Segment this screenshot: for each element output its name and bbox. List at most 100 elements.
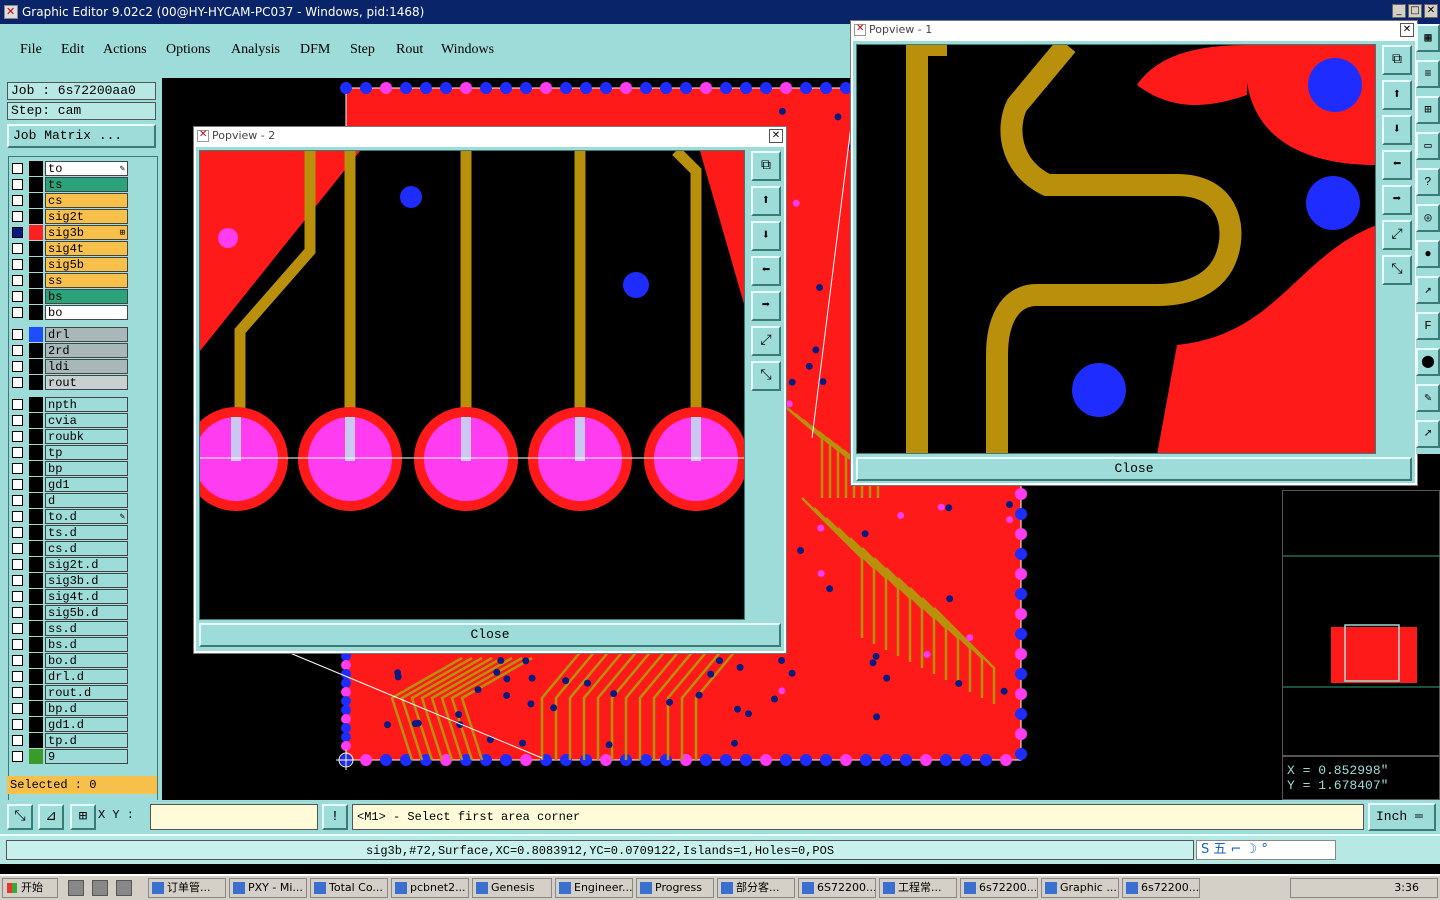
popview-1-close-button[interactable]: Close [856,457,1412,481]
xy-input[interactable] [150,804,318,830]
popview-2-viewport[interactable] [199,150,745,620]
layer-color-swatch[interactable] [29,359,43,374]
layer-checkbox[interactable] [12,719,23,730]
layer-color-swatch[interactable] [29,749,43,764]
taskbar-button[interactable]: pcbnet2... [391,878,469,898]
taskbar-button[interactable]: 部分客... [717,878,795,898]
layer-row[interactable]: 9 [12,749,128,764]
layer-checkbox[interactable] [12,195,23,206]
layer-checkbox[interactable] [12,543,23,554]
layer-checkbox[interactable] [12,361,23,372]
layer-row[interactable]: to.d ✎ [12,509,128,524]
layer-checkbox[interactable] [12,687,23,698]
layer-row[interactable]: drl [12,327,128,342]
tool-help-icon[interactable]: ? [1416,168,1440,196]
start-button[interactable]: 开始 [2,878,58,898]
taskbar-button[interactable]: 6s72200... [960,878,1038,898]
layer-color-swatch[interactable] [29,477,43,492]
layer-name[interactable]: gd1.d [45,717,128,732]
layer-color-swatch[interactable] [29,621,43,636]
menu-options[interactable]: Options [166,42,210,58]
layer-color-swatch[interactable] [29,177,43,192]
layer-row[interactable]: tp.d [12,733,128,748]
layer-row[interactable]: sig3b ⊞ [12,225,128,240]
layer-checkbox[interactable] [12,431,23,442]
layer-color-swatch[interactable] [29,685,43,700]
popview-tool-icon[interactable]: ⤢ [751,326,781,356]
layer-row[interactable]: bs.d [12,637,128,652]
layer-row[interactable]: sig4t.d [12,589,128,604]
popview-2-close-x-button[interactable]: ✕ [769,129,783,143]
layer-name[interactable]: bs.d [45,637,128,652]
layer-row[interactable]: ss [12,273,128,288]
layer-color-swatch[interactable] [29,209,43,224]
layer-checkbox[interactable] [12,591,23,602]
layer-checkbox[interactable] [12,671,23,682]
layer-row[interactable]: ts.d [12,525,128,540]
taskbar-button[interactable]: PXY - Mi... [229,878,307,898]
layer-name[interactable]: to ✎ [45,161,128,176]
layer-checkbox[interactable] [12,463,23,474]
tool-layers-icon[interactable]: ≡ [1416,60,1440,88]
layer-row[interactable]: bp.d [12,701,128,716]
layer-name[interactable]: bs [45,289,128,304]
layer-name[interactable]: bo [45,305,128,320]
popview-tool-icon[interactable]: ⧉ [751,151,781,181]
layer-checkbox[interactable] [12,575,23,586]
layer-row[interactable]: rout.d [12,685,128,700]
layer-color-swatch[interactable] [29,445,43,460]
taskbar-button[interactable]: Total Co... [310,878,388,898]
layer-row[interactable]: sig3b.d [12,573,128,588]
layer-row[interactable]: gd1 [12,477,128,492]
layer-checkbox[interactable] [12,447,23,458]
layer-color-swatch[interactable] [29,509,43,524]
tool-pointer-icon[interactable]: ➚ [1416,420,1440,448]
layer-name[interactable]: bp.d [45,701,128,716]
layer-checkbox[interactable] [12,495,23,506]
layer-color-swatch[interactable] [29,493,43,508]
layer-color-swatch[interactable] [29,193,43,208]
ime-toolbar[interactable]: S 五 ⌐ ☽ ° [1196,840,1336,860]
minimize-button[interactable]: _ [1392,4,1406,18]
layer-color-swatch[interactable] [29,541,43,556]
layer-color-swatch[interactable] [29,289,43,304]
popview-tool-icon[interactable]: ⬅ [1382,150,1412,180]
layer-checkbox[interactable] [12,703,23,714]
layer-checkbox[interactable] [12,735,23,746]
menu-dfm[interactable]: DFM [300,42,330,58]
layer-color-swatch[interactable] [29,589,43,604]
layer-color-swatch[interactable] [29,605,43,620]
measure-icon[interactable]: ⊿ [38,804,64,830]
popview-tool-icon[interactable]: ⬆ [1382,80,1412,110]
layer-checkbox[interactable] [12,377,23,388]
grid-icon[interactable]: ⊞ [70,804,96,830]
tool-zoom-icon[interactable]: ⊞ [1416,96,1440,124]
layer-checkbox[interactable] [12,179,23,190]
tool-signal-icon[interactable]: ◎ [1416,204,1440,232]
layer-row[interactable]: ts [12,177,128,192]
layer-name[interactable]: tp.d [45,733,128,748]
layer-name[interactable]: ts [45,177,128,192]
layer-row[interactable]: sig2t [12,209,128,224]
layer-row[interactable]: bp [12,461,128,476]
tool-display-icon[interactable]: ▭ [1416,132,1440,160]
layer-checkbox[interactable] [12,243,23,254]
close-button[interactable]: ✕ [1424,4,1438,18]
layer-checkbox[interactable] [12,211,23,222]
layer-name[interactable]: gd1 [45,477,128,492]
layer-row[interactable]: sig5b [12,257,128,272]
layer-name[interactable]: to.d ✎ [45,509,128,524]
layer-checkbox[interactable] [12,345,23,356]
layer-name[interactable]: ts.d [45,525,128,540]
maximize-button[interactable]: □ [1408,4,1422,18]
layer-checkbox[interactable] [12,607,23,618]
layer-name[interactable]: sig2t.d [45,557,128,572]
layer-color-swatch[interactable] [29,305,43,320]
layer-row[interactable]: npth [12,397,128,412]
layer-checkbox[interactable] [12,163,23,174]
quicklaunch-desktop-icon[interactable] [92,880,108,896]
layer-row[interactable]: bo [12,305,128,320]
layer-row[interactable]: cvia [12,413,128,428]
popview-tool-icon[interactable]: ⬆ [751,186,781,216]
layer-name[interactable]: sig5b.d [45,605,128,620]
